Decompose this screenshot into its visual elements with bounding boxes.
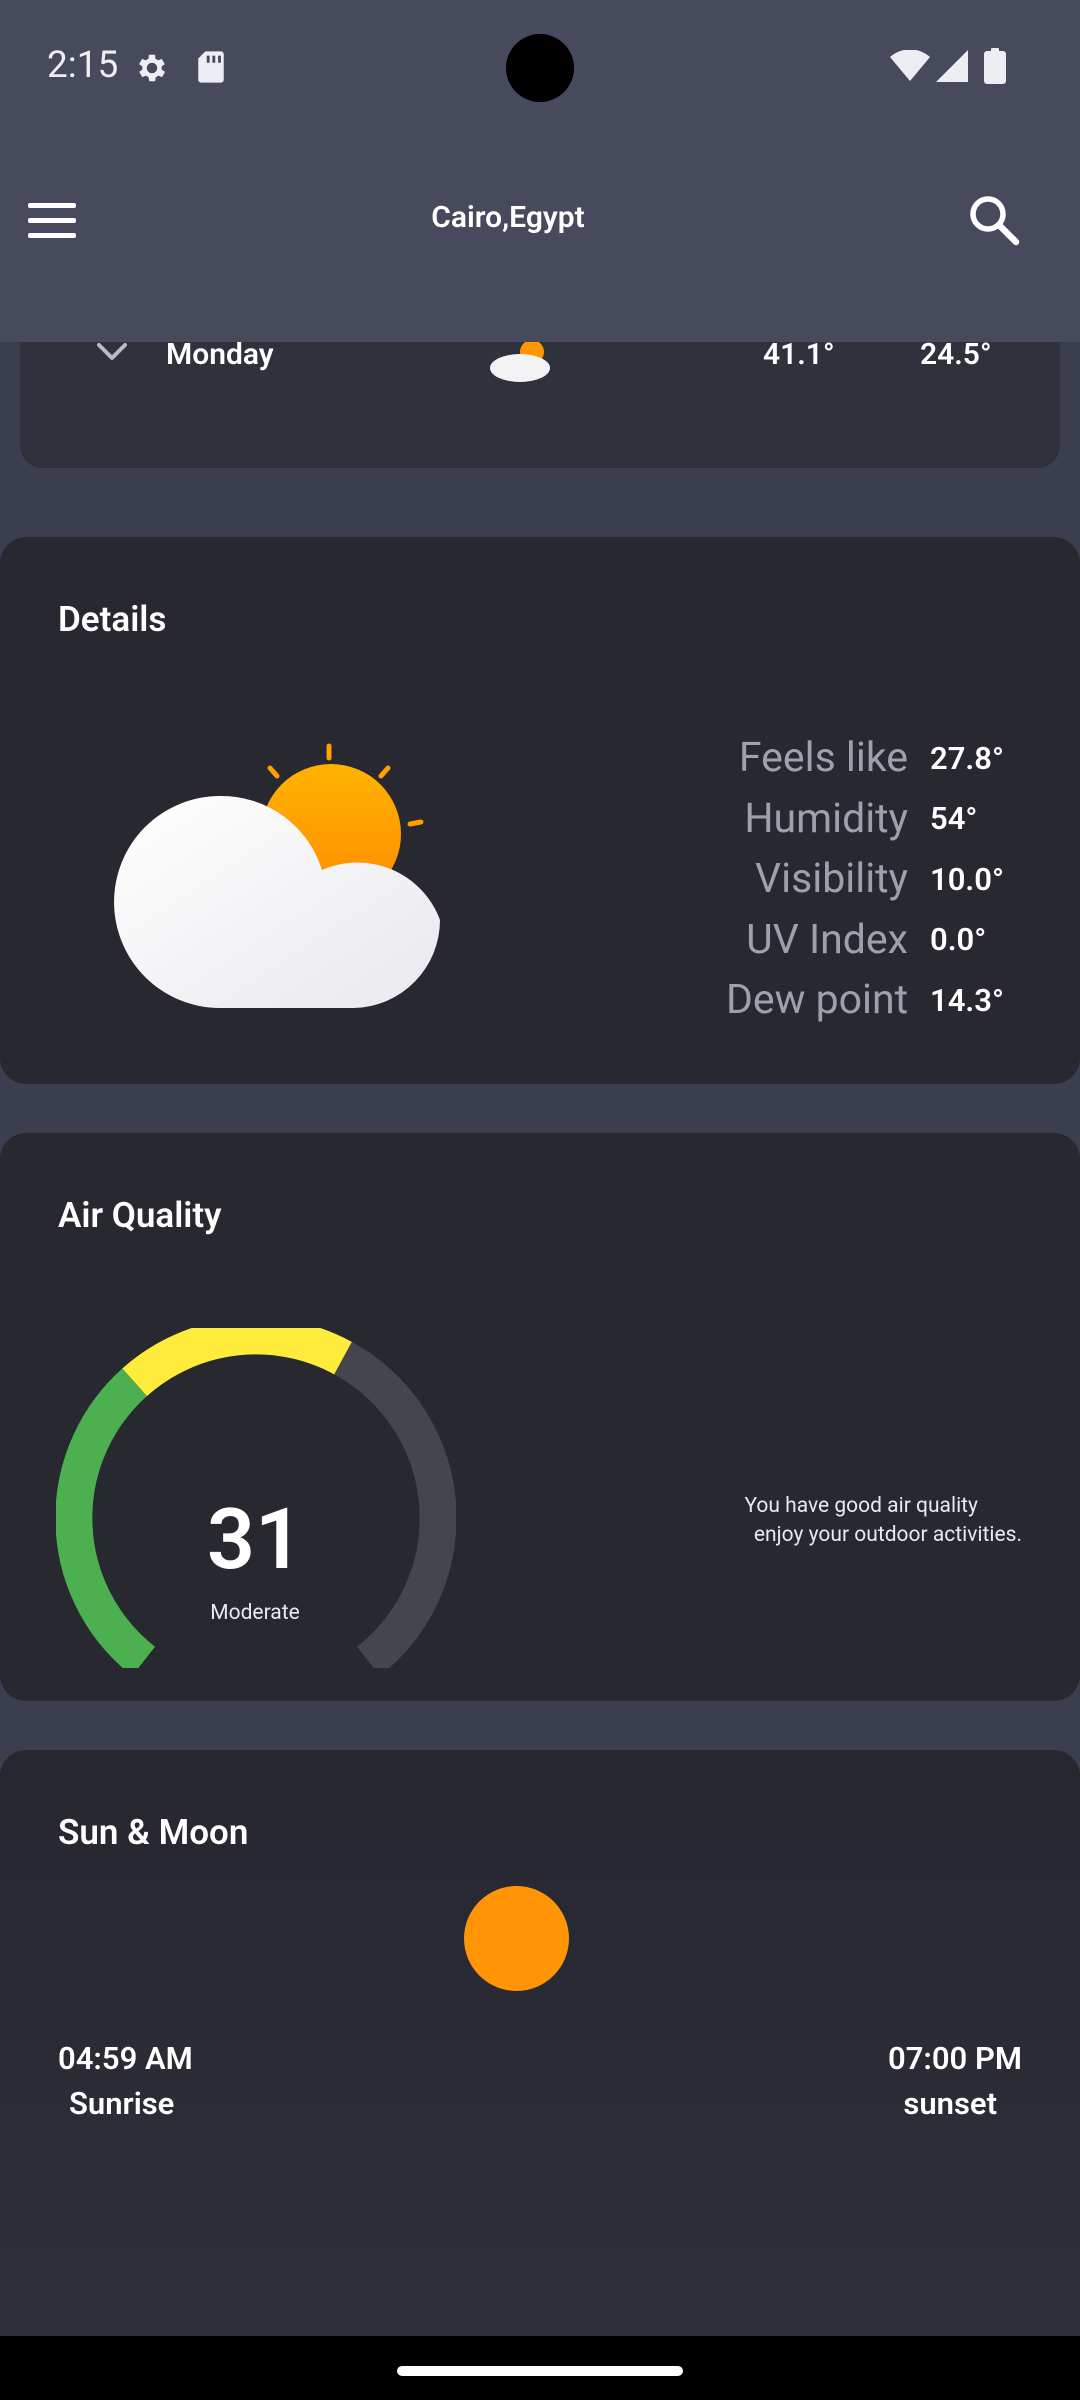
air-quality-message-line2: enjoy your outdoor activities.: [753, 1523, 1022, 1547]
partly-cloudy-icon: [114, 743, 441, 1008]
detail-row-uv-index: UV Index 0.0°: [562, 910, 1022, 971]
sunrise-label: Sunrise: [69, 2085, 175, 2122]
detail-row-dew-point: Dew point 14.3°: [562, 970, 1022, 1031]
aqi-value: 31: [207, 1490, 303, 1589]
gauge-moderate: [122, 1328, 352, 1397]
signal-icon: [936, 50, 968, 82]
page-title: Cairo,Egypt: [431, 200, 585, 235]
detail-row-visibility: Visibility 10.0°: [562, 849, 1022, 910]
battery-icon: [984, 48, 1006, 84]
wifi-icon: [890, 50, 930, 81]
detail-label: Dew point: [725, 976, 908, 1025]
detail-value: 14.3°: [930, 981, 1004, 1019]
detail-label: Feels like: [738, 734, 908, 783]
detail-row-humidity: Humidity 54°: [562, 789, 1022, 850]
detail-row-feels-like: Feels like 27.8°: [562, 728, 1022, 789]
sunset-time: 07:00 PM: [887, 2040, 1022, 2077]
air-quality-message-line1: You have good air quality: [744, 1494, 978, 1518]
gear-icon: [139, 54, 166, 82]
sunset-label: sunset: [903, 2085, 997, 2122]
detail-value: 54°: [930, 800, 978, 838]
aqi-category: Moderate: [210, 1601, 300, 1625]
forecast-low-temp: 24.5°: [920, 337, 992, 372]
app-header: 2:15 Cairo,Egypt: [0, 0, 1080, 342]
forecast-high-temp: 41.1°: [763, 337, 835, 372]
detail-label: Humidity: [744, 794, 908, 843]
air-quality-message: You have good air quality enjoy your out…: [602, 1492, 1022, 1550]
sunrise-time: 04:59 AM: [58, 2040, 193, 2077]
sun-moon-title: Sun & Moon: [58, 1812, 249, 1853]
chevron-down-icon[interactable]: [96, 342, 128, 362]
partly-cloudy-icon: [490, 340, 550, 382]
air-quality-title: Air Quality: [58, 1195, 222, 1236]
home-gesture-handle[interactable]: [397, 2366, 683, 2376]
sun-position-indicator: [464, 1886, 569, 1991]
detail-label: UV Index: [746, 915, 908, 964]
details-list: Feels like 27.8° Humidity 54° Visibility…: [562, 728, 1022, 1031]
details-title: Details: [58, 599, 167, 640]
front-camera: [506, 34, 574, 102]
detail-value: 0.0°: [930, 921, 987, 959]
detail-value: 27.8°: [930, 739, 1004, 777]
detail-value: 10.0°: [930, 860, 1004, 898]
search-icon[interactable]: [968, 194, 1020, 246]
status-time: 2:15: [47, 44, 119, 87]
sd-card-icon: [198, 51, 224, 83]
detail-label: Visibility: [755, 855, 908, 904]
forecast-day-label: Monday: [166, 337, 274, 372]
